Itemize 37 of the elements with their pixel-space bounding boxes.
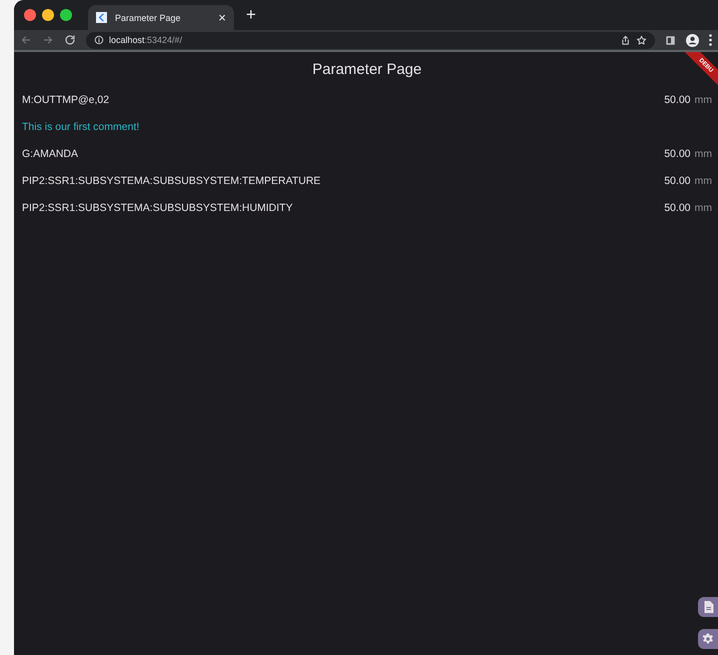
forward-icon	[42, 34, 54, 46]
address-bar[interactable]: localhost:53424/#/	[86, 32, 655, 48]
parameter-unit: mm	[694, 174, 712, 186]
reload-icon	[64, 34, 76, 46]
back-icon	[20, 34, 32, 46]
parameter-unit: mm	[694, 148, 712, 160]
tab-title: Parameter Page	[115, 12, 182, 22]
parameter-name: PIP2:SSR1:SUBSYSTEMA:SUBSUBSYSTEM:TEMPERATURE	[22, 174, 321, 186]
info-icon	[94, 35, 104, 45]
minimize-window-icon[interactable]	[42, 9, 54, 21]
url-text: localhost:53424/#/	[109, 35, 182, 45]
share-icon	[620, 34, 631, 46]
menu-icon[interactable]	[709, 34, 712, 46]
parameter-value: 50.00	[664, 174, 690, 186]
side-panel-icon	[665, 34, 676, 46]
maximize-window-icon[interactable]	[60, 9, 72, 21]
close-window-icon[interactable]	[24, 9, 36, 21]
comment-text: This is our first comment!	[22, 120, 140, 132]
parameter-name: M:OUTTMP@e,02	[22, 94, 110, 106]
parameter-value: 50.00	[664, 94, 690, 106]
browser-tab[interactable]: Parameter Page ×	[88, 5, 234, 30]
star-icon	[636, 34, 647, 46]
document-button[interactable]	[698, 597, 718, 617]
parameter-unit: mm	[694, 202, 712, 214]
document-icon	[702, 601, 714, 613]
close-tab-button[interactable]: ×	[218, 11, 226, 24]
tab-logo-icon	[96, 12, 107, 23]
parameter-value: 50.00	[664, 148, 690, 160]
parameter-name: G:AMANDA	[22, 148, 78, 160]
settings-icon	[702, 633, 714, 645]
page-title: Parameter Page	[312, 60, 422, 80]
parameter-unit: mm	[694, 94, 712, 106]
parameter-value: 50.00	[664, 202, 690, 214]
profile-icon[interactable]	[686, 34, 699, 46]
new-tab-button[interactable]: +	[246, 5, 256, 25]
parameter-name: PIP2:SSR1:SUBSYSTEMA:SUBSUBSYSTEM:HUMIDITY	[22, 202, 293, 214]
settings-button[interactable]	[698, 629, 718, 649]
